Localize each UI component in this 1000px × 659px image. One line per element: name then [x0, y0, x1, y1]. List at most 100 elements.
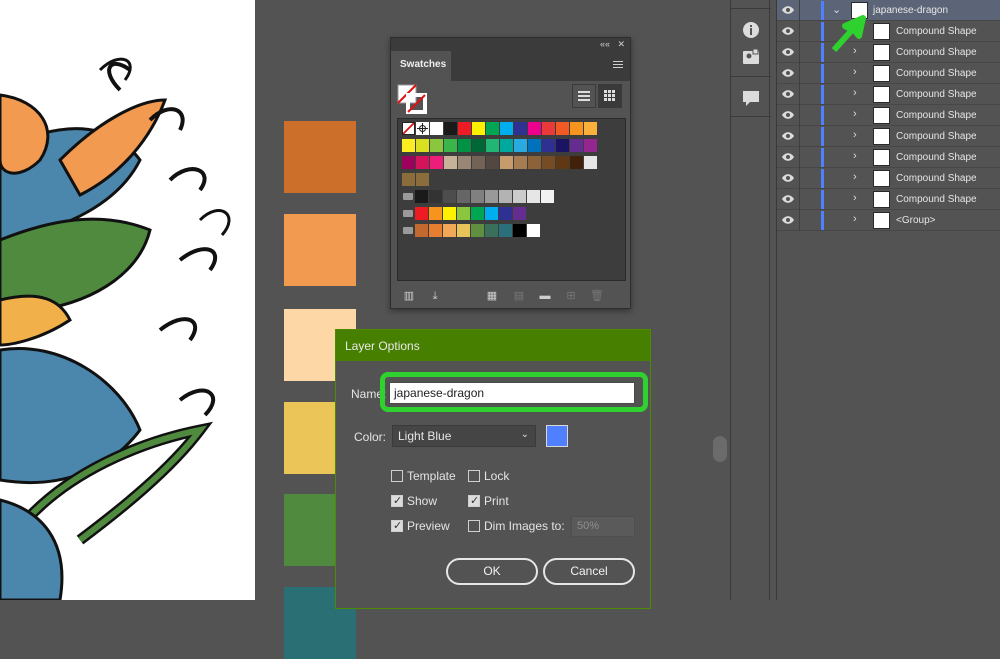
chevron-right-icon[interactable]: › [853, 213, 857, 225]
layer-row-top[interactable]: ⌄ japanese-dragon [777, 0, 1000, 21]
layer-name[interactable]: Compound Shape [896, 152, 977, 163]
layer-name[interactable]: Compound Shape [896, 68, 977, 79]
sublayer-row[interactable]: › Compound Shape [777, 147, 1000, 168]
chevron-right-icon[interactable]: › [853, 87, 857, 99]
chevron-right-icon[interactable]: › [853, 192, 857, 204]
show-kinds-icon[interactable]: ▦ [486, 290, 498, 302]
swatch-cell[interactable] [556, 122, 569, 135]
swatch-cell[interactable] [472, 139, 485, 152]
swatch-cell[interactable] [485, 224, 498, 237]
swatch-cell[interactable] [429, 190, 442, 203]
new-color-group-icon[interactable]: ▬ [539, 290, 551, 302]
layer-name[interactable]: Compound Shape [896, 89, 977, 100]
swatch-cell[interactable] [570, 156, 583, 169]
info-icon[interactable] [742, 21, 760, 39]
swatch-cell[interactable] [485, 190, 498, 203]
double-chevron-icon[interactable]: «« [600, 38, 610, 50]
fill-stroke-icon[interactable] [397, 84, 427, 114]
swatch-cell[interactable] [402, 139, 415, 152]
tab-swatches[interactable]: Swatches [391, 51, 451, 81]
swatch-options-icon[interactable]: ▤ [513, 290, 525, 302]
swatch-cell[interactable] [430, 139, 443, 152]
visibility-eye-icon[interactable] [781, 46, 795, 58]
sublayer-row[interactable]: ›Compound Shape [777, 42, 1000, 63]
chevron-right-icon[interactable]: › [853, 171, 857, 183]
swatch-cell[interactable] [513, 207, 526, 220]
trash-icon[interactable]: 🗑 [590, 290, 604, 302]
panel-topbar[interactable]: «« ✕ [391, 38, 630, 51]
layer-name[interactable]: <Group> [896, 215, 935, 226]
swatch-cell[interactable] [584, 139, 597, 152]
dim-images-checkbox[interactable] [468, 520, 480, 532]
chevron-right-icon[interactable]: › [853, 150, 857, 162]
swatch-cell[interactable] [513, 224, 526, 237]
swatch-cell[interactable] [416, 139, 429, 152]
swatch-cell[interactable] [457, 190, 470, 203]
print-checkbox[interactable] [468, 494, 480, 507]
swatch-cell[interactable] [472, 156, 485, 169]
swatch-cell[interactable] [444, 122, 457, 135]
layer-name[interactable]: Compound Shape [896, 173, 977, 184]
visibility-eye-icon[interactable] [781, 88, 795, 100]
swatch-libraries-icon[interactable]: ▥ [403, 290, 415, 302]
visibility-eye-icon[interactable] [781, 151, 795, 163]
layer-name[interactable]: Compound Shape [896, 26, 977, 37]
swatch-cell[interactable] [457, 207, 470, 220]
swatch-cell[interactable] [471, 207, 484, 220]
cancel-button[interactable]: Cancel [543, 558, 635, 585]
swatch-cell[interactable] [528, 122, 541, 135]
swatch-cell[interactable] [471, 224, 484, 237]
swatch-cell[interactable] [416, 156, 429, 169]
swatch-cell[interactable] [458, 139, 471, 152]
sublayer-row[interactable]: ›Compound Shape [777, 105, 1000, 126]
swatch-cell[interactable] [472, 122, 485, 135]
swatch-cell[interactable] [542, 139, 555, 152]
swatch-cell[interactable] [402, 156, 415, 169]
visibility-eye-icon[interactable] [781, 193, 795, 205]
dim-percentage-field[interactable]: 50% [571, 516, 635, 537]
layer-name[interactable]: Compound Shape [896, 47, 977, 58]
visibility-eye-icon[interactable] [781, 25, 795, 37]
ok-button[interactable]: OK [446, 558, 538, 585]
color-group-folder-icon[interactable] [402, 190, 414, 203]
layer-color-chip[interactable] [546, 425, 568, 447]
comments-icon[interactable] [742, 89, 760, 107]
swatch-cell[interactable] [527, 190, 540, 203]
swatch-cell[interactable] [513, 190, 526, 203]
swatch-cell[interactable] [457, 224, 470, 237]
color-group-folder-icon[interactable] [402, 224, 414, 237]
visibility-eye-icon[interactable] [781, 109, 795, 121]
swatch-cell[interactable] [556, 139, 569, 152]
template-checkbox[interactable] [391, 470, 403, 482]
swatch-cell[interactable] [443, 190, 456, 203]
swatch-cell[interactable] [486, 139, 499, 152]
sublayer-row[interactable]: ›Compound Shape [777, 21, 1000, 42]
swatch-cell[interactable] [415, 207, 428, 220]
swatch-cell[interactable] [584, 122, 597, 135]
swatch-cell[interactable] [499, 190, 512, 203]
swatch-cell[interactable] [415, 190, 428, 203]
visibility-eye-icon[interactable] [781, 4, 795, 16]
name-field[interactable]: japanese-dragon [389, 382, 635, 404]
panel-menu-icon[interactable] [613, 61, 623, 70]
swatch-cell[interactable] [570, 122, 583, 135]
swatch-cell[interactable] [416, 122, 429, 135]
swatch-cell[interactable] [471, 190, 484, 203]
color-group-folder-icon[interactable] [402, 207, 414, 220]
swatch-cell[interactable] [429, 207, 442, 220]
swatch-cell[interactable] [443, 224, 456, 237]
swatch-cell[interactable] [541, 190, 554, 203]
lock-checkbox[interactable] [468, 470, 480, 482]
layer-name[interactable]: Compound Shape [896, 131, 977, 142]
chevron-right-icon[interactable]: › [853, 108, 857, 120]
asset-export-icon[interactable] [742, 48, 760, 66]
swatch-cell[interactable] [528, 139, 541, 152]
visibility-eye-icon[interactable] [781, 172, 795, 184]
swatch-cell[interactable] [500, 122, 513, 135]
sublayer-row[interactable]: ›Compound Shape [777, 126, 1000, 147]
place-swatches-icon[interactable]: ⤓ [429, 290, 441, 302]
swatch-cell[interactable] [402, 122, 415, 135]
sublayer-row[interactable]: › <Group> [777, 210, 1000, 231]
swatch-cell[interactable] [500, 156, 513, 169]
artboard[interactable] [0, 0, 255, 600]
